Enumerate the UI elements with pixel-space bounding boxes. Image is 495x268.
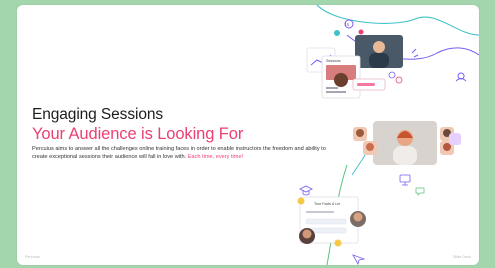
icon-cluster-dot-2 xyxy=(395,76,403,84)
video-person-body-top xyxy=(369,53,389,68)
poll-card-food xyxy=(334,73,348,87)
avatar-man-face xyxy=(353,212,363,222)
monitor-icon xyxy=(399,174,411,183)
monitor-stand xyxy=(402,182,408,186)
video-thumb-2-face xyxy=(366,143,374,151)
poll-card-title: Sessions xyxy=(326,59,341,63)
chat-icon xyxy=(415,187,425,196)
connector-line-teal xyxy=(316,5,479,36)
quiz-card-title: True Facts & Lie xyxy=(314,202,340,206)
slide-subheading: Your Audience is Looking For xyxy=(32,125,244,143)
pill-bar xyxy=(357,83,375,86)
poll-card-option-1 xyxy=(326,87,338,89)
graduation-cap-icon xyxy=(299,185,313,196)
quiz-card-line-1 xyxy=(306,211,334,213)
sticker-pink xyxy=(358,29,364,35)
sticker-badge-label: 15 xyxy=(345,22,350,27)
cursor-icon xyxy=(352,254,366,265)
sticker-teal xyxy=(334,30,340,36)
slide-heading: Engaging Sessions xyxy=(32,106,164,123)
video-thumb-5 xyxy=(449,133,461,145)
footer-left: Percuius xyxy=(25,255,40,259)
reaction-emoji-top xyxy=(297,197,305,205)
video-person-head-top xyxy=(373,41,385,53)
footer-right: Slide Deck xyxy=(452,255,471,259)
icon-cluster-dot-1 xyxy=(388,71,396,79)
quiz-card-line-2 xyxy=(305,218,347,225)
reaction-emoji-bottom xyxy=(334,239,342,247)
poll-card-option-2 xyxy=(326,91,346,93)
avatar-woman-face xyxy=(302,229,312,239)
presentation-slide: 15 Sessions True Facts & Lie Engaging Se… xyxy=(17,5,479,265)
video-thumb-4-face xyxy=(443,143,451,151)
video-thumb-1-face xyxy=(356,129,364,137)
spark-icon xyxy=(411,48,419,58)
page-background: 15 Sessions True Facts & Lie Engaging Se… xyxy=(0,0,495,268)
body-accent-text: Each time, every time! xyxy=(187,153,244,160)
body-main-text: Percuius aims to answer all the challeng… xyxy=(32,146,326,160)
video-grid-main-body xyxy=(393,146,417,165)
person-icon xyxy=(455,72,467,82)
slide-body-text: Percuius aims to answer all the challeng… xyxy=(32,146,327,161)
